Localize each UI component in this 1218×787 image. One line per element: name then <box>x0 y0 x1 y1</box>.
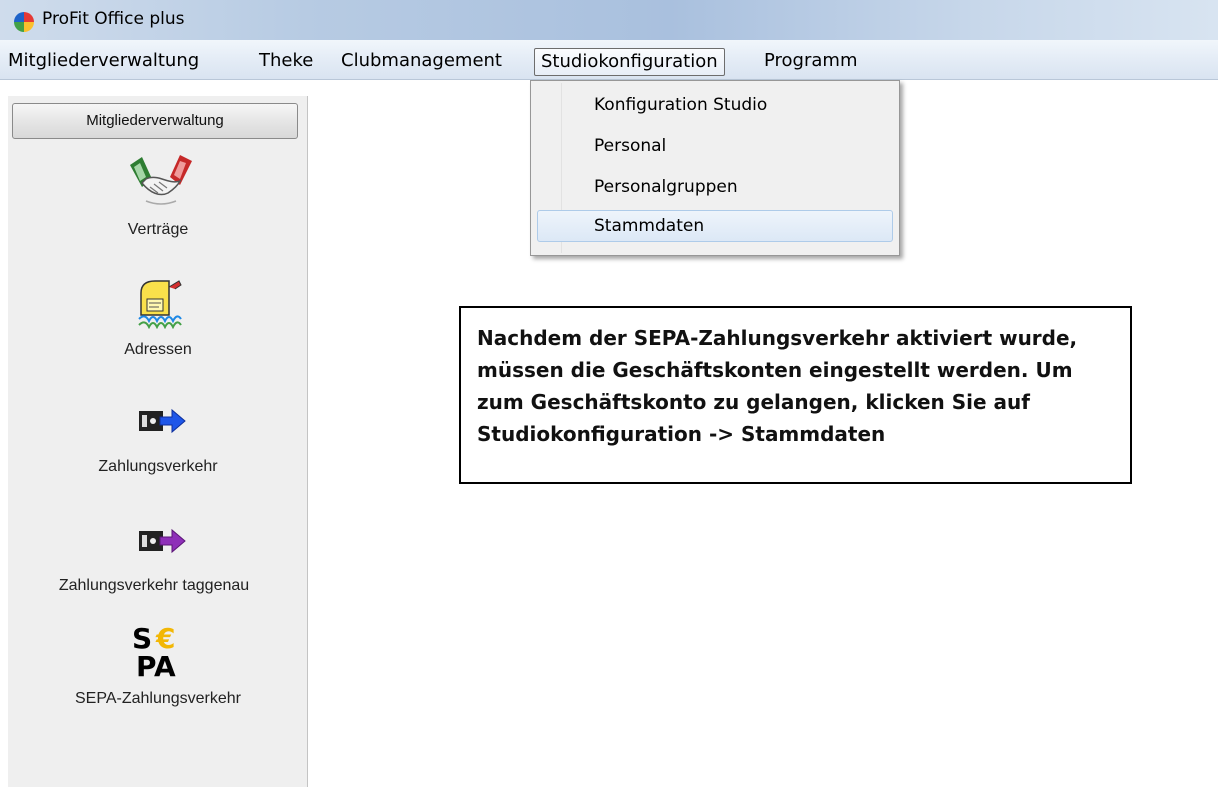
menu-studiokonfiguration[interactable]: Studiokonfiguration <box>534 48 725 76</box>
sepa-logo-pa: PA <box>136 650 176 678</box>
menu-item-stammdaten[interactable]: Stammdaten <box>537 210 893 242</box>
menu-clubmanagement[interactable]: Clubmanagement <box>341 50 502 71</box>
color-wheel-icon <box>14 12 34 32</box>
menu-bar: Mitgliederverwaltung Theke Clubmanagemen… <box>0 40 1218 80</box>
menu-theke[interactable]: Theke <box>259 50 313 71</box>
menu-programm[interactable]: Programm <box>764 50 857 71</box>
instruction-note: Nachdem der SEPA-Zahlungsverkehr aktivie… <box>459 306 1132 484</box>
handshake-icon <box>130 155 192 205</box>
menu-item-personal[interactable]: Personal <box>537 130 893 162</box>
sidebar-item-label: Adressen <box>124 341 192 358</box>
instruction-note-text: Nachdem der SEPA-Zahlungsverkehr aktivie… <box>477 326 1078 446</box>
menu-mitgliederverwaltung[interactable]: Mitgliederverwaltung <box>8 50 199 71</box>
window-title-bar[interactable]: ProFit Office plus <box>0 0 1218 40</box>
studiokonfiguration-dropdown-menu: Konfiguration Studio Personal Personalgr… <box>530 80 900 256</box>
payment-transfer-icon <box>139 408 186 434</box>
window-title: ProFit Office plus <box>42 9 185 29</box>
sidebar-item-label: Zahlungsverkehr taggenau <box>58 577 250 594</box>
sidebar-item-label: Verträge <box>127 221 189 238</box>
sidebar-item-label: SEPA-Zahlungsverkehr <box>75 690 241 707</box>
sidebar-header-button[interactable]: Mitgliederverwaltung <box>12 103 298 139</box>
sidebar-item-label: Zahlungsverkehr <box>98 458 218 475</box>
menu-item-konfiguration-studio[interactable]: Konfiguration Studio <box>537 89 893 121</box>
payment-transfer-daily-icon <box>139 528 186 554</box>
menu-item-personalgruppen[interactable]: Personalgruppen <box>537 171 893 203</box>
mailbox-icon <box>138 280 182 329</box>
sepa-logo-icon: S € PA <box>132 622 176 678</box>
